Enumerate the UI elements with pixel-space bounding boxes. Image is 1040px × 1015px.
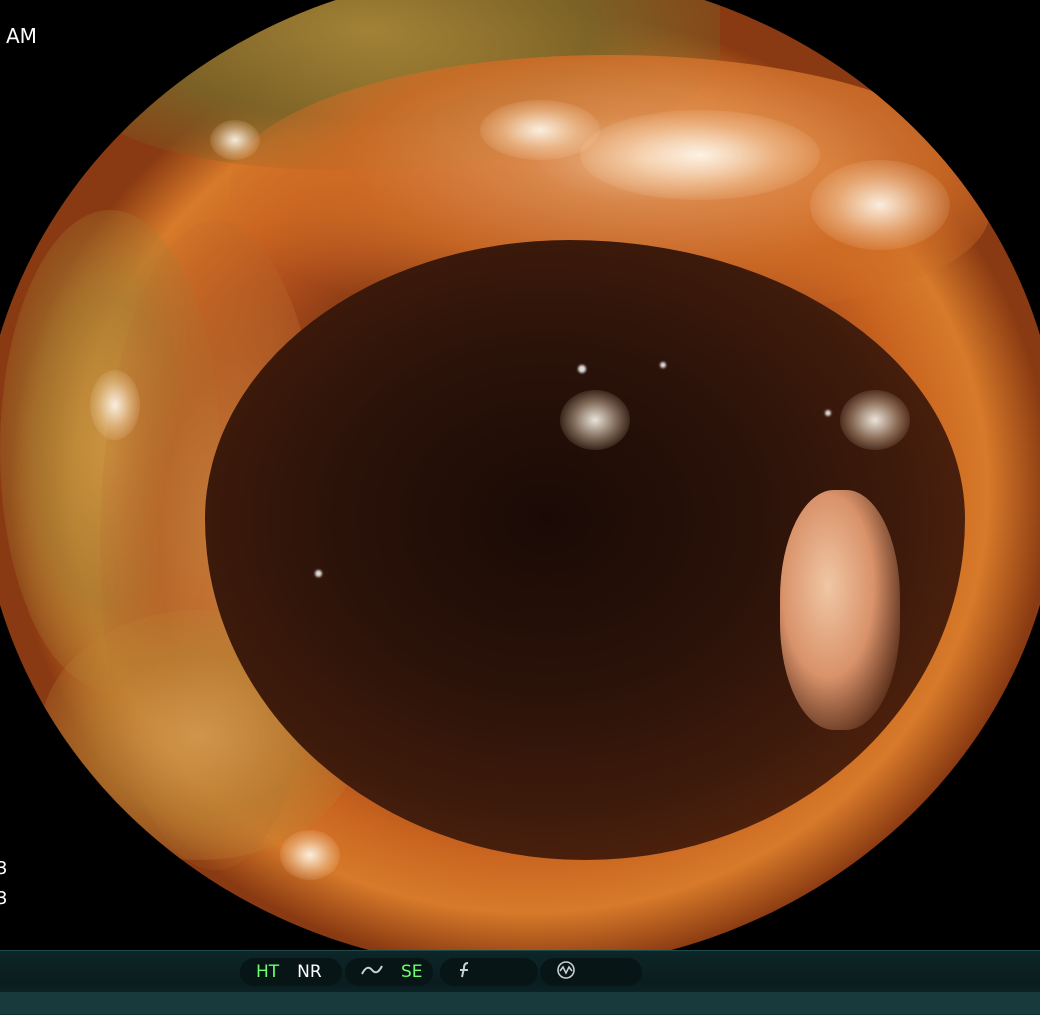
scope-curve-icon	[361, 962, 383, 983]
glare-spot	[210, 120, 260, 160]
status-strip	[0, 992, 1040, 1014]
ht-indicator: HT	[256, 962, 280, 982]
glare-spot	[840, 390, 910, 450]
edge-label-top: 3	[0, 858, 8, 879]
wave-circle-icon	[556, 960, 576, 985]
f-script-icon	[456, 961, 474, 984]
glare-spot	[560, 390, 630, 450]
glare-spot	[90, 370, 140, 440]
status-group-ht-nr: HT NR	[240, 958, 342, 986]
status-group-se: SE	[345, 958, 433, 986]
nr-indicator: NR	[297, 962, 322, 982]
glare-spot	[280, 830, 340, 880]
glare-spot	[580, 110, 820, 200]
endoscopic-image	[0, 0, 1040, 950]
glare-spot	[810, 160, 950, 250]
mucosal-lesion	[780, 490, 900, 730]
endoscope-view-frame: AM 3 3	[0, 0, 1040, 950]
edge-label-bottom: 3	[0, 888, 8, 909]
status-group-f	[440, 958, 538, 986]
specular-dot	[660, 362, 666, 368]
specular-dot	[315, 570, 322, 577]
corner-label: AM	[6, 24, 37, 48]
status-group-wave	[540, 958, 642, 986]
specular-dot	[825, 410, 831, 416]
se-indicator: SE	[401, 962, 423, 982]
specular-dot	[578, 365, 586, 373]
glare-spot	[480, 100, 600, 160]
